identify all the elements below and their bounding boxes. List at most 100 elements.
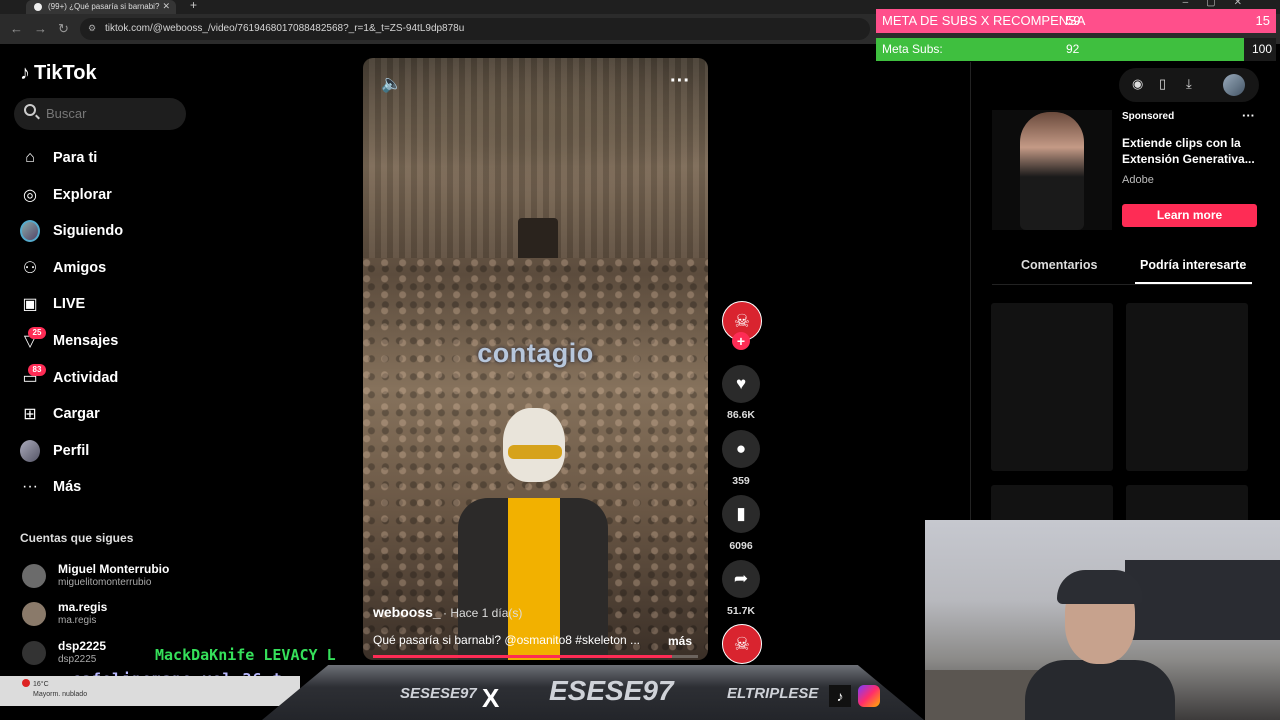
tiktok-logo[interactable]: ♪ TikTok bbox=[20, 62, 97, 85]
ad-thumbnail[interactable] bbox=[992, 110, 1112, 230]
panel-divider bbox=[970, 62, 971, 522]
browser-tab[interactable]: (99+) ¿Qué pasaría si barnabi? ✕ bbox=[26, 0, 176, 14]
avatar bbox=[22, 564, 46, 588]
video-more-icon[interactable]: ··· bbox=[670, 70, 690, 93]
notification-icon bbox=[22, 679, 30, 687]
stream-banner: SESESE97 X ESESE97 ELTRIPLESE ♪ bbox=[262, 665, 924, 720]
active-tab-indicator bbox=[1135, 282, 1252, 284]
learn-more-button[interactable]: Learn more bbox=[1122, 204, 1257, 227]
tab-title: (99+) ¿Qué pasaría si barnabi? bbox=[48, 2, 160, 11]
url-field[interactable]: ⚙ tiktok.com/@webooss_/video/76194680170… bbox=[80, 18, 870, 40]
weather-temp: 16°C bbox=[33, 681, 49, 688]
new-tab-icon[interactable]: + bbox=[190, 0, 197, 12]
video-progress-bar[interactable] bbox=[373, 655, 698, 658]
subs-goal-label: META DE SUBS X RECOMPENSA bbox=[882, 13, 1086, 28]
music-disc-avatar[interactable]: ☠ bbox=[722, 624, 762, 664]
tab-close-icon[interactable]: ✕ bbox=[162, 1, 170, 12]
sidebar-item-perfil[interactable]: Perfil bbox=[20, 436, 190, 466]
sidebar-item-cargar[interactable]: ⊞ Cargar bbox=[20, 399, 190, 429]
video-more-button[interactable]: más bbox=[668, 634, 692, 648]
share-icon: ➦ bbox=[733, 569, 749, 588]
webcam-person-cap bbox=[1057, 570, 1143, 604]
more-icon: ··· bbox=[22, 478, 38, 495]
upload-icon: ⊞ bbox=[23, 406, 37, 423]
sidebar-item-explorar[interactable]: ◎ Explorar bbox=[20, 180, 190, 210]
suggested-video-placeholder[interactable] bbox=[1126, 485, 1248, 525]
window-controls[interactable]: –▢✕ bbox=[1183, 0, 1260, 8]
sidebar-item-label: Actividad bbox=[53, 370, 119, 386]
following-account[interactable]: Miguel Monterrubio miguelitomonterrubio bbox=[20, 562, 190, 592]
banner-center-text: ESESE97 bbox=[549, 675, 674, 706]
profile-avatar bbox=[20, 440, 40, 462]
sidebar-item-mas[interactable]: ··· Más bbox=[20, 472, 190, 502]
like-button[interactable]: ♥ bbox=[722, 365, 760, 403]
search-input[interactable]: Buscar bbox=[14, 98, 186, 130]
sidebar-item-label: Cargar bbox=[53, 406, 100, 422]
like-count: 86.6K bbox=[726, 409, 756, 421]
avatar[interactable] bbox=[1223, 74, 1245, 96]
url-text: tiktok.com/@webooss_/video/7619468017088… bbox=[105, 23, 465, 34]
save-button[interactable]: ▮ bbox=[722, 495, 760, 533]
activity-icon: ▭ 83 bbox=[20, 364, 46, 388]
ad-sponsored-label: Sponsored bbox=[1122, 111, 1175, 122]
share-button[interactable]: ➦ bbox=[722, 560, 760, 598]
video-sunglasses bbox=[508, 445, 562, 459]
meta-subs-label: Meta Subs: bbox=[882, 42, 943, 56]
following-title: Cuentas que sigues bbox=[20, 531, 134, 545]
back-icon[interactable]: ← bbox=[10, 21, 23, 36]
webcam-person-body bbox=[1025, 660, 1175, 720]
follow-plus-button[interactable]: + bbox=[732, 332, 750, 350]
heart-icon: ♥ bbox=[735, 374, 747, 393]
account-handle: ma.regis bbox=[58, 615, 97, 626]
video-gate bbox=[518, 218, 558, 258]
suggested-video-placeholder[interactable] bbox=[1126, 303, 1248, 471]
ad-more-icon[interactable]: ··· bbox=[1242, 108, 1255, 123]
sidebar-item-actividad[interactable]: ▭ 83 Actividad bbox=[20, 363, 190, 393]
sidebar-item-label: LIVE bbox=[53, 296, 86, 312]
sidebar-item-label: Perfil bbox=[53, 443, 90, 459]
ad-title[interactable]: Extiende clips con la Extensión Generati… bbox=[1122, 135, 1258, 167]
account-name: dsp2225 bbox=[58, 639, 107, 653]
subs-goal-current: 59 bbox=[1066, 13, 1081, 28]
comment-icon: ● bbox=[735, 439, 747, 458]
following-account[interactable]: ma.regis ma.regis bbox=[20, 600, 190, 630]
sidebar-item-label: Mensajes bbox=[53, 333, 119, 349]
coins-icon[interactable]: ◉ bbox=[1132, 76, 1143, 92]
comment-button[interactable]: ● bbox=[722, 430, 760, 468]
video-progress-fill bbox=[373, 655, 672, 658]
sidebar-item-label: Amigos bbox=[53, 260, 107, 276]
sidebar-item-live[interactable]: ▣ LIVE bbox=[20, 289, 190, 319]
sidebar-item-para-ti[interactable]: ⌂ Para ti bbox=[20, 143, 190, 173]
meta-subs-current: 92 bbox=[1066, 42, 1080, 56]
ad-thumbnail-person bbox=[1020, 112, 1084, 230]
live-icon: ▣ bbox=[22, 296, 38, 313]
subs-goal-target: 15 bbox=[1255, 13, 1270, 28]
sidebar-item-label: Explorar bbox=[53, 187, 112, 203]
video-author[interactable]: webooss_ bbox=[373, 604, 441, 620]
tab-comentarios[interactable]: Comentarios bbox=[1021, 258, 1097, 272]
reload-icon[interactable]: ↻ bbox=[58, 21, 69, 37]
sidebar-item-mensajes[interactable]: ▽ 25 Mensajes bbox=[20, 326, 190, 356]
video-overlay-text: contagio bbox=[477, 338, 594, 368]
activity-badge: 83 bbox=[28, 364, 46, 376]
sidebar-item-siguiendo[interactable]: Siguiendo bbox=[20, 216, 190, 246]
forward-icon[interactable]: → bbox=[34, 21, 47, 36]
site-info-icon[interactable]: ⚙ bbox=[88, 23, 96, 34]
video-player[interactable]: contagio 🔈 ··· webooss_ · Hace 1 día(s) … bbox=[363, 58, 708, 660]
compass-icon: ◎ bbox=[23, 187, 37, 204]
tab-podria-interesarte[interactable]: Podría interesarte bbox=[1140, 258, 1246, 272]
volume-icon[interactable]: 🔈 bbox=[381, 74, 402, 94]
suggested-video-placeholder[interactable] bbox=[991, 303, 1113, 471]
messages-icon: ▽ 25 bbox=[20, 327, 46, 351]
weather-widget: 16°C Mayorm. nublado bbox=[0, 676, 300, 706]
save-count: 6096 bbox=[729, 540, 753, 552]
download-icon[interactable]: ⤓ bbox=[1186, 76, 1192, 92]
account-handle: miguelitomonterrubio bbox=[58, 577, 152, 588]
meta-subs-target: 100 bbox=[1251, 42, 1272, 56]
home-icon: ⌂ bbox=[25, 149, 35, 166]
tabs-divider bbox=[992, 284, 1252, 285]
tiktok-note-icon: ♪ bbox=[20, 62, 30, 84]
device-icon[interactable]: ▯ bbox=[1159, 76, 1166, 92]
suggested-video-placeholder[interactable] bbox=[991, 485, 1113, 525]
sidebar-item-amigos[interactable]: ⚇ Amigos bbox=[20, 253, 190, 283]
